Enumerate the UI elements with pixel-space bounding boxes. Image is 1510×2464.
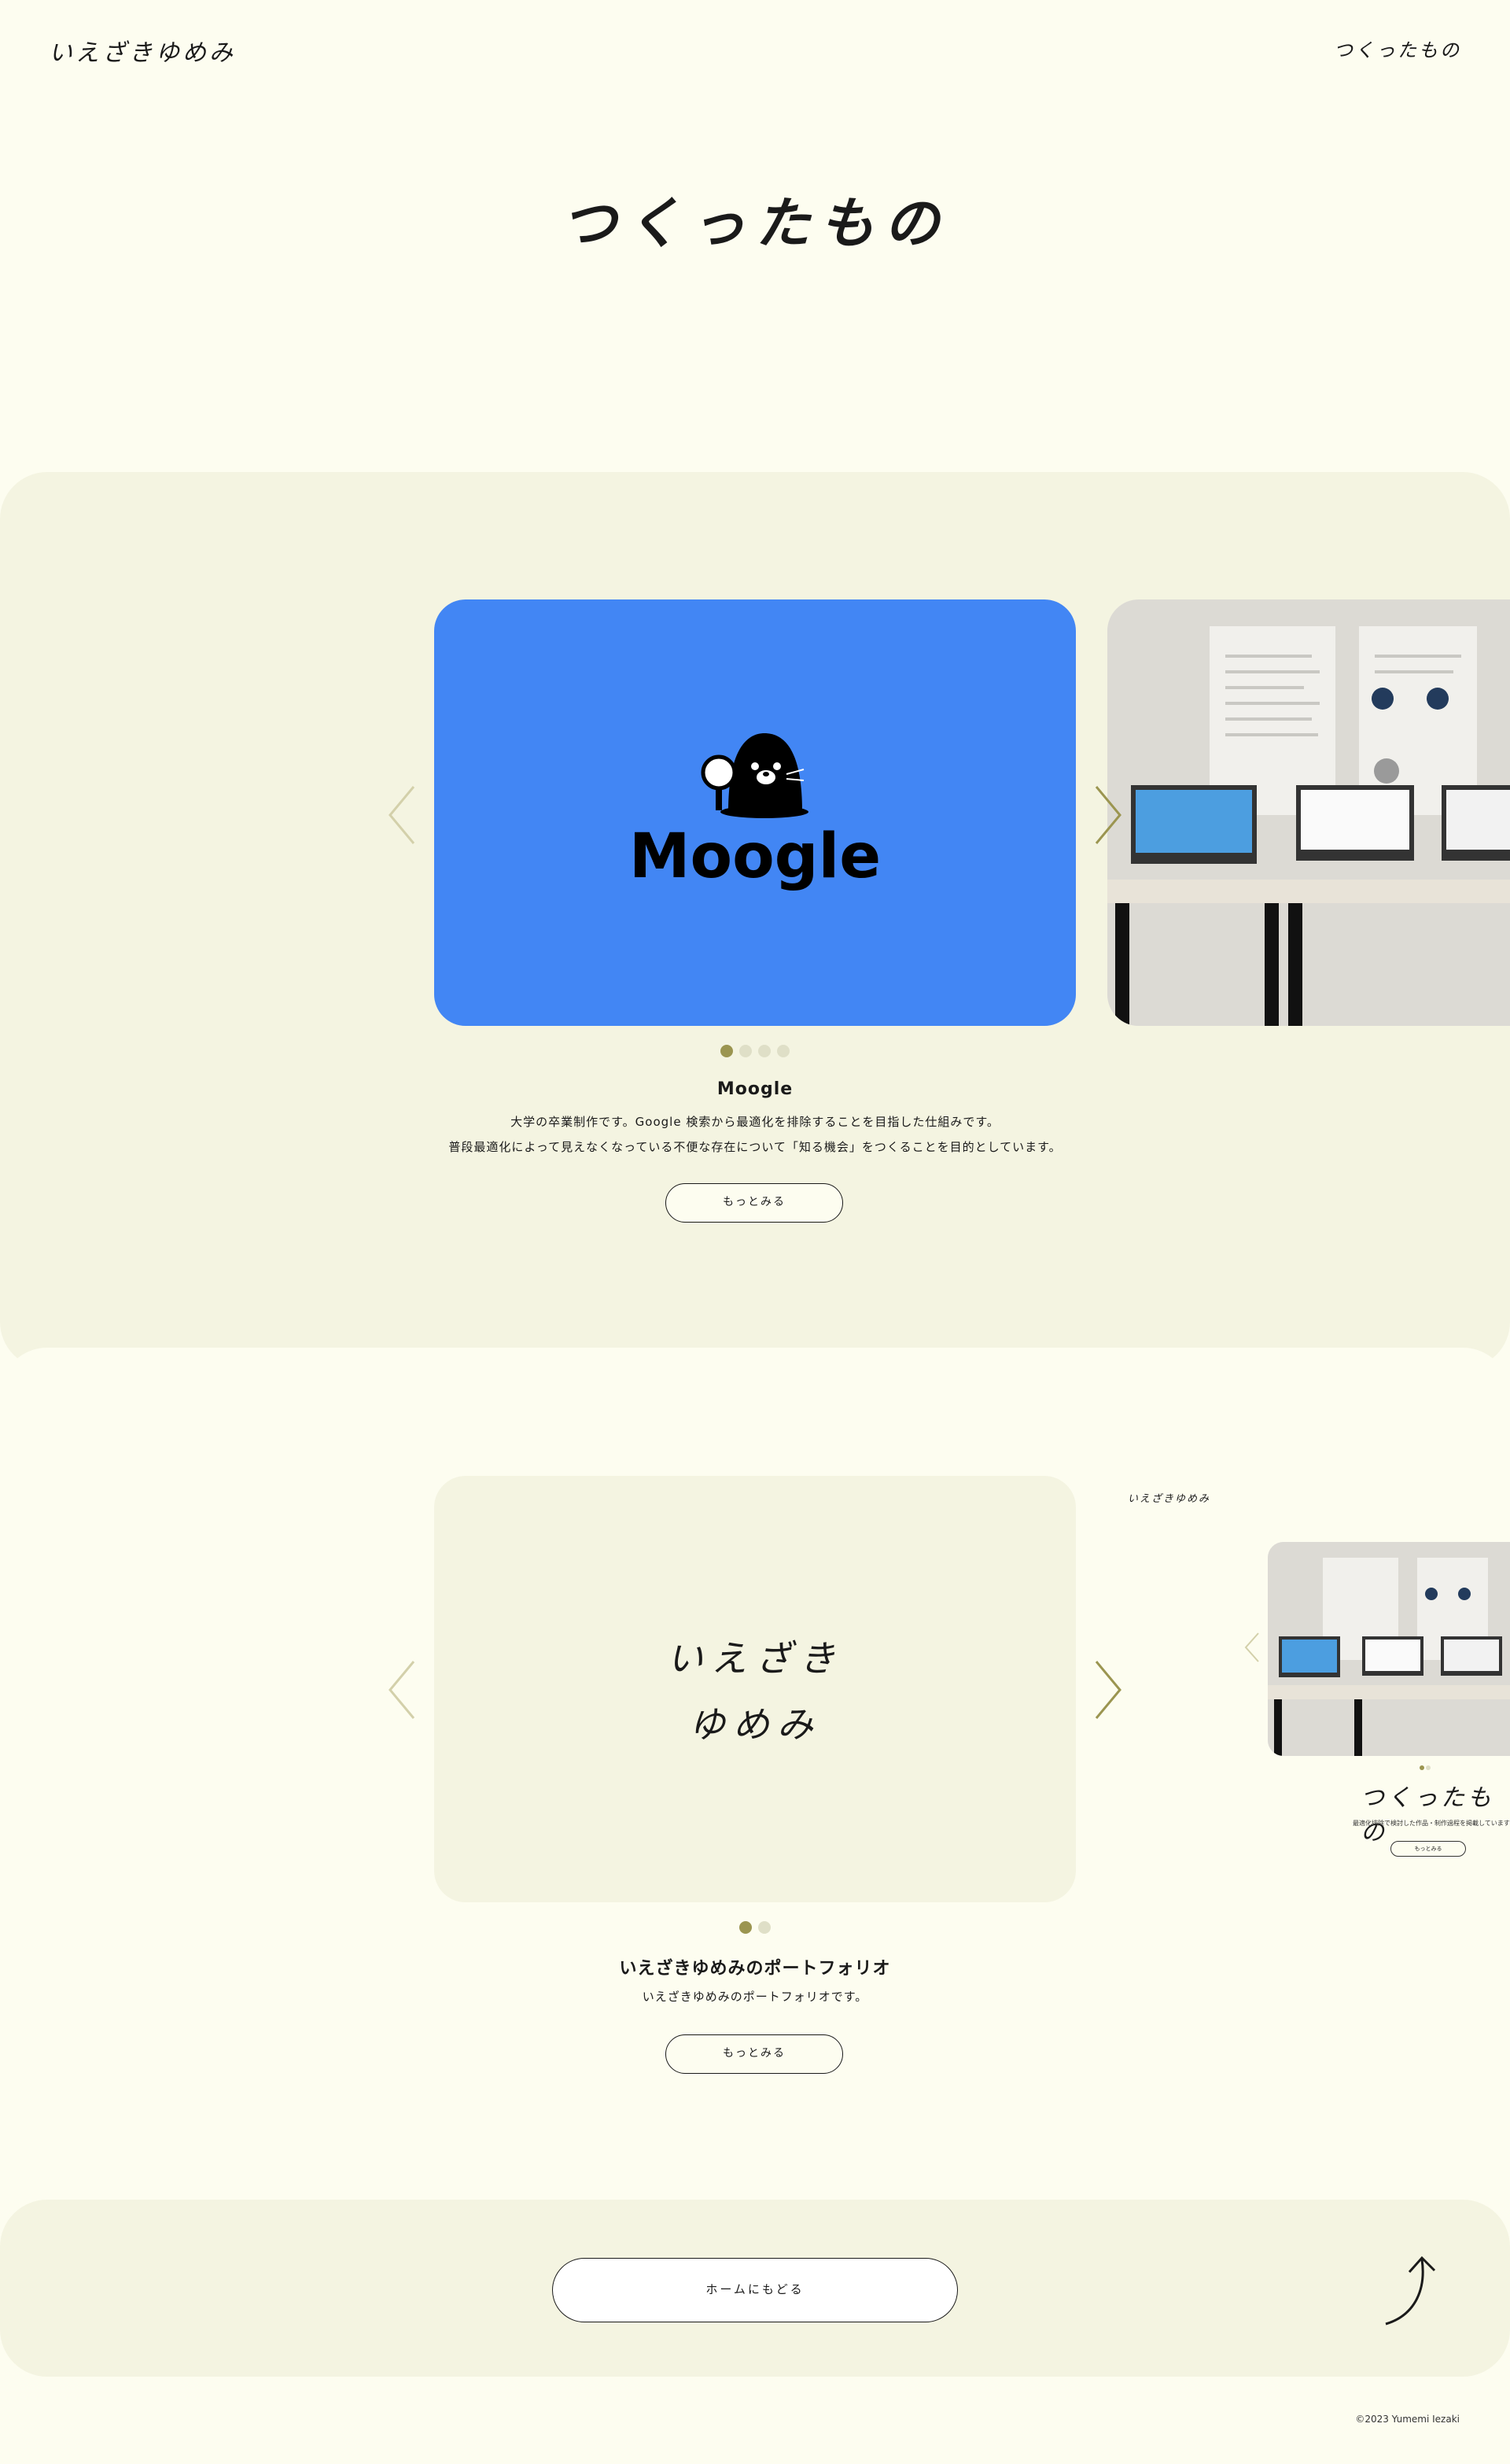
carousel-next-arrow-icon[interactable] [1093, 784, 1125, 847]
work-description-line: 大学の卒業制作です。Google 検索から最適化を排除することを目指した仕組みで… [510, 1115, 1000, 1129]
carousel-pagination [0, 1921, 1510, 1934]
pagination-dot[interactable] [720, 1045, 733, 1057]
back-to-top-arrow-icon[interactable] [1381, 2253, 1444, 2329]
preview-prev-arrow-icon [1243, 1632, 1260, 1663]
portfolio-slide-card[interactable]: いえざき ゆめみ [434, 1476, 1076, 1902]
home-button[interactable]: ホームにもどる [552, 2258, 958, 2322]
nav-link-works[interactable]: つくったもの [1334, 35, 1461, 62]
mole-mascot-icon [701, 733, 808, 818]
preview-pagination [1419, 1765, 1431, 1770]
pagination-dot[interactable] [758, 1045, 771, 1057]
preview-description: 最適化排除で検討した作品・制作過程を掲載しています [1353, 1820, 1510, 1827]
more-button[interactable]: もっとみる [665, 2034, 843, 2074]
moogle-slide-card[interactable]: Moogle [434, 599, 1076, 1026]
work-title: いえざきゆめみのポートフォリオ [619, 1959, 891, 1979]
preview-logo: いえざきゆめみ [1128, 1493, 1211, 1505]
work-title: Moogle [716, 1079, 794, 1099]
moogle-exhibit-photo[interactable] [1107, 599, 1510, 1026]
copyright: ©2023 Yumemi Iezaki [1355, 2414, 1460, 2425]
preview-exhibit-photo [1268, 1542, 1510, 1756]
portfolio-card-logo-line2: ゆめみ [689, 1703, 821, 1746]
portfolio-preview-slide[interactable]: いえざきゆめみ つくったもの 最適化排除で検討した作品・制作過程を掲載しています… [1117, 1479, 1510, 1872]
preview-title: つくったもの [1361, 1784, 1494, 1846]
pagination-dot[interactable] [739, 1921, 752, 1934]
page-title: つくったもの [562, 190, 948, 256]
pagination-dot[interactable] [777, 1045, 790, 1057]
pagination-dot[interactable] [739, 1045, 752, 1057]
preview-more-button: もっとみる [1390, 1841, 1466, 1857]
carousel-prev-arrow-icon[interactable] [385, 784, 417, 847]
more-button[interactable]: もっとみる [665, 1183, 843, 1223]
site-logo[interactable]: いえざきゆめみ [49, 33, 236, 68]
carousel-pagination [0, 1045, 1510, 1057]
work-description-line: 普段最適化によって見えなくなっている不便な存在について「知る機会」をつくることを… [448, 1140, 1062, 1154]
moogle-card-logo: Moogle [628, 821, 882, 892]
pagination-dot[interactable] [758, 1921, 771, 1934]
portfolio-card-logo-line1: いえざき [667, 1637, 843, 1680]
carousel-prev-arrow-icon[interactable] [385, 1658, 417, 1721]
site-header: いえざきゆめみ つくったもの [0, 0, 1510, 102]
work-description-line: いえざきゆめみのポートフォリオです。 [642, 1990, 868, 2004]
